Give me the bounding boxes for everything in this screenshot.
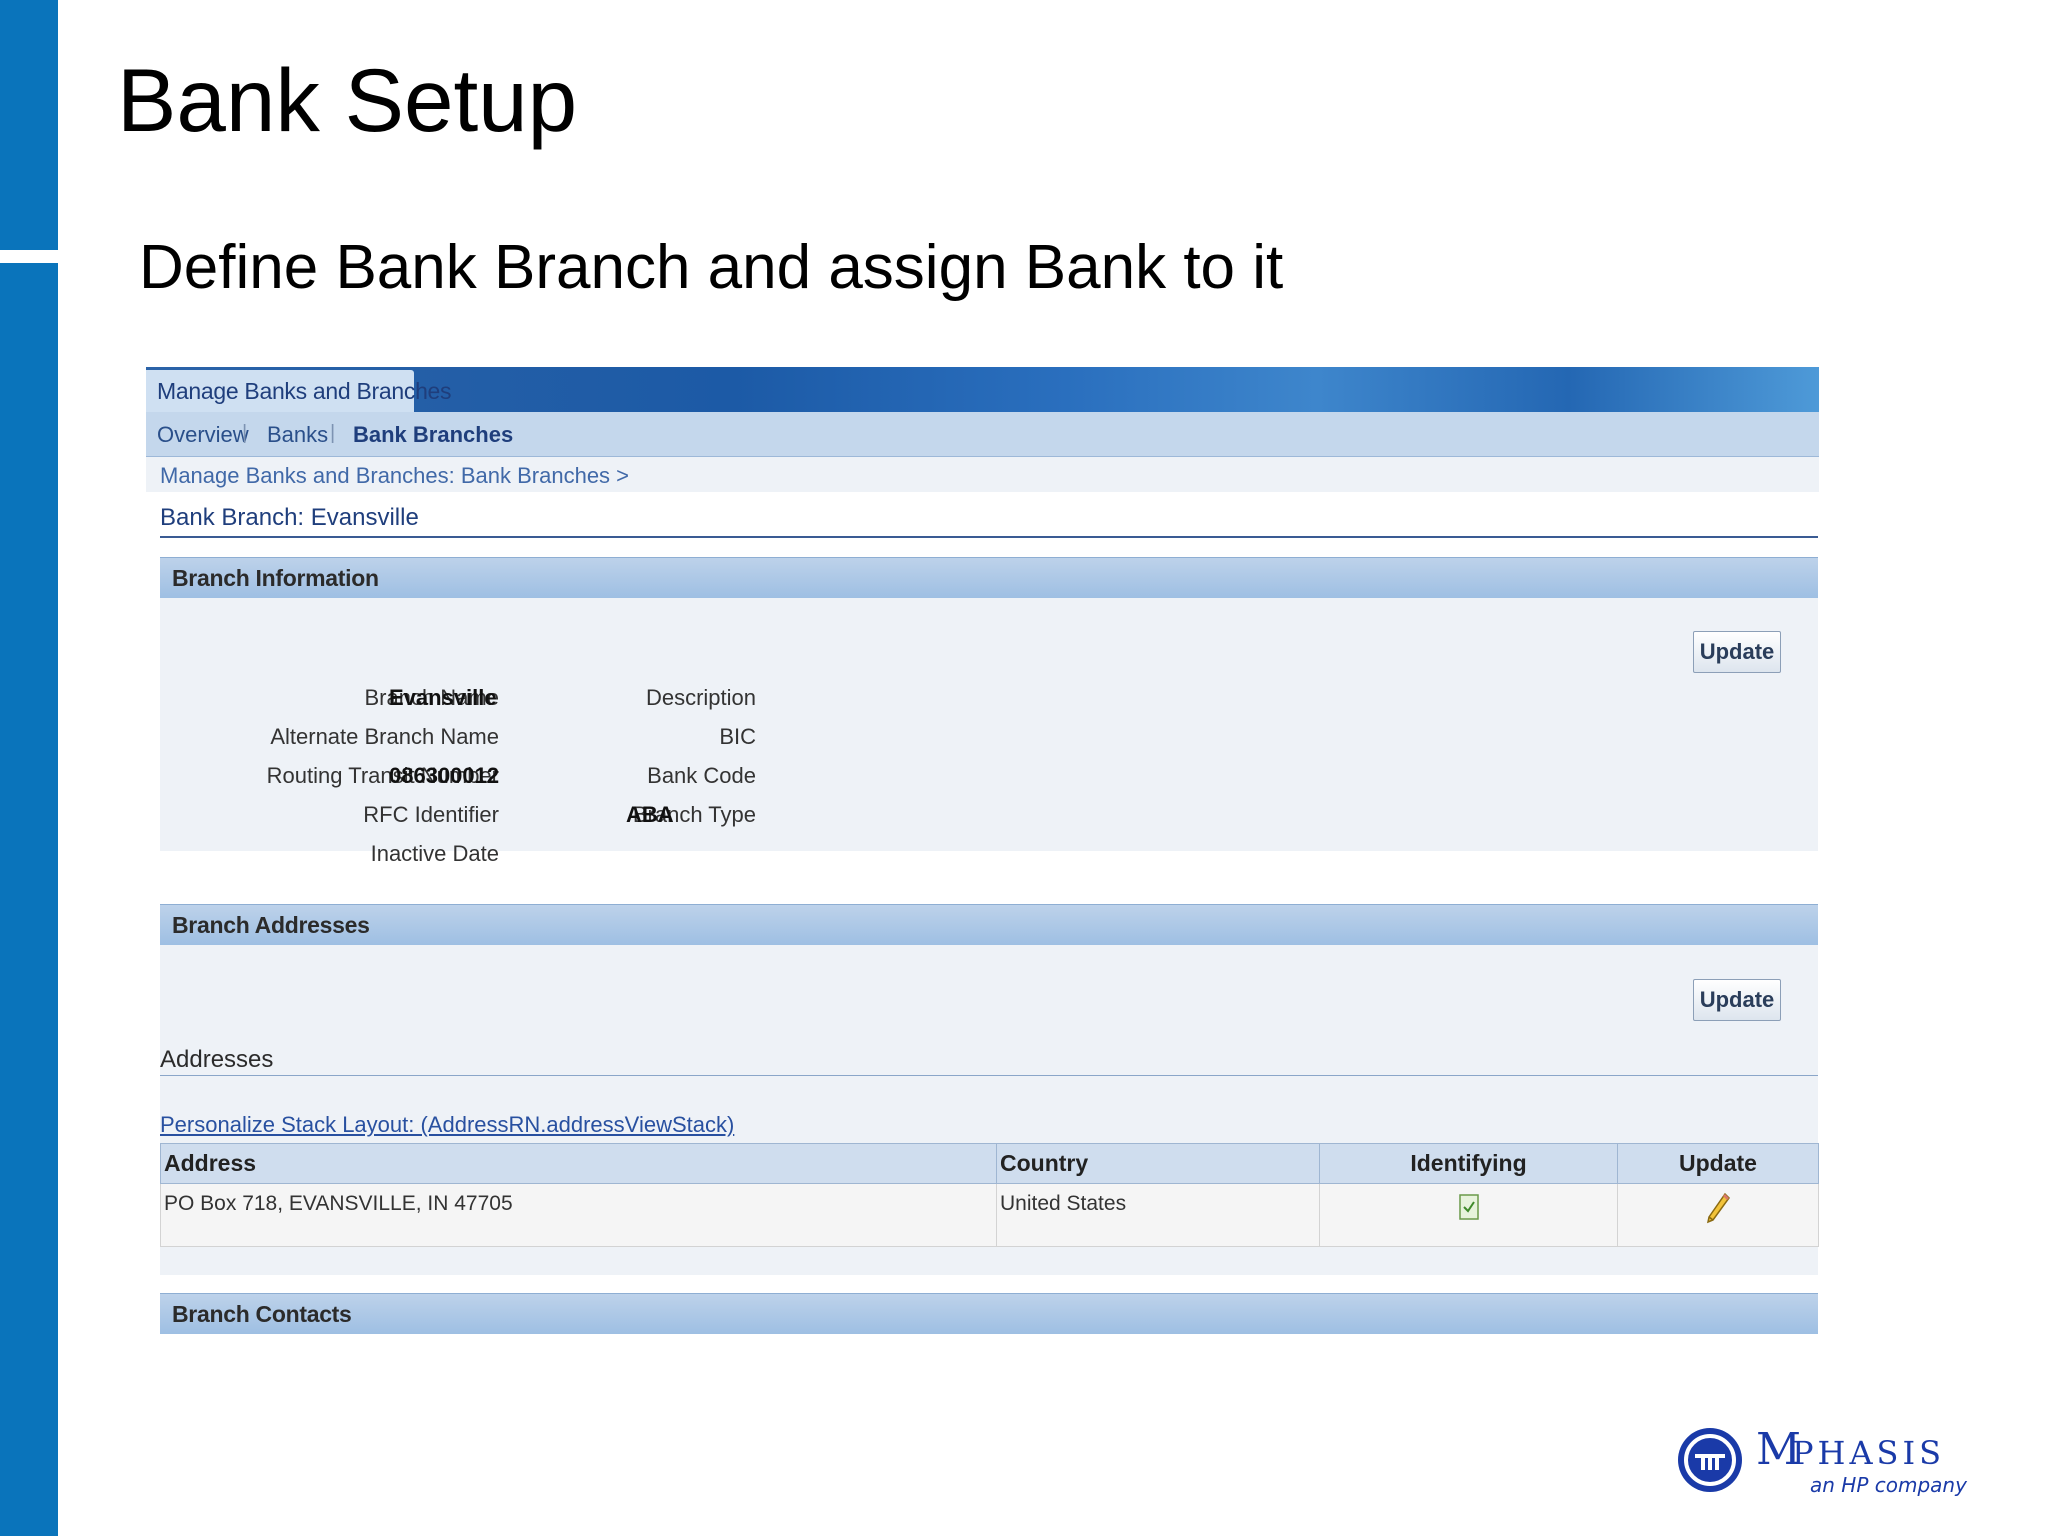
- addresses-subheading: Addresses: [160, 1046, 274, 1073]
- subnav-banks[interactable]: Banks: [267, 422, 328, 448]
- label-inactive-date: Inactive Date: [370, 841, 499, 866]
- page-title: Bank Branch: Evansville: [160, 504, 419, 531]
- addresses-divider: [160, 1075, 1818, 1076]
- value-branch-name: Evansville: [389, 685, 497, 710]
- slide-subtitle: Define Bank Branch and assign Bank to it: [139, 233, 1284, 302]
- cell-address: PO Box 718, EVANSVILLE, IN 47705: [160, 1183, 997, 1247]
- label-bank-code: Bank Code: [647, 763, 756, 788]
- pencil-icon[interactable]: [1705, 1192, 1731, 1224]
- subnav-separator: |: [330, 422, 336, 444]
- column-header-address: Address: [160, 1143, 997, 1184]
- branch-contacts-header: Branch Contacts: [160, 1293, 1818, 1334]
- mphasis-logo-graphic: M PHASIS an HP company: [1678, 1424, 1968, 1497]
- column-header-country: Country: [996, 1143, 1320, 1184]
- branch-information-header: Branch Information: [160, 557, 1818, 598]
- cell-identifying: [1319, 1183, 1618, 1247]
- branch-contacts-title: Branch Contacts: [172, 1301, 352, 1327]
- label-description: Description: [645, 685, 756, 710]
- slide-title: Bank Setup: [117, 50, 578, 150]
- mphasis-logo: M PHASIS an HP company: [1670, 1420, 1990, 1500]
- svg-text:an HP company: an HP company: [1810, 1473, 1968, 1497]
- subnav-bank-branches[interactable]: Bank Branches: [353, 422, 513, 448]
- slide-side-bar-lower: [0, 263, 58, 1536]
- header-tab-label: Manage Banks and Branches: [157, 378, 452, 404]
- app-screenshot: Manage Banks and Branches Overview | Ban…: [146, 367, 1819, 1357]
- branch-addresses-header: Branch Addresses: [160, 904, 1818, 945]
- addresses-table: Address Country Identifying Update PO Bo…: [160, 1143, 1819, 1247]
- branch-addresses-title: Branch Addresses: [172, 912, 370, 938]
- page-title-divider: [160, 536, 1818, 538]
- app-header: Manage Banks and Branches: [146, 367, 1819, 412]
- breadcrumb[interactable]: Manage Banks and Branches: Bank Branches…: [160, 463, 629, 489]
- label-rfc-identifier: RFC Identifier: [363, 802, 499, 827]
- branch-information-update-button[interactable]: Update: [1693, 631, 1781, 673]
- value-routing-transit-number: 086300012: [389, 763, 500, 788]
- slide-side-bar: [0, 0, 58, 250]
- branch-information-title: Branch Information: [172, 565, 379, 591]
- label-alternate-branch-name: Alternate Branch Name: [270, 724, 499, 749]
- label-bic: BIC: [719, 724, 756, 749]
- subnav-overview[interactable]: Overview: [157, 422, 249, 448]
- cell-country: United States: [996, 1183, 1320, 1247]
- subnav: Overview | Banks | Bank Branches: [146, 412, 1819, 457]
- table-row: PO Box 718, EVANSVILLE, IN 47705 United …: [160, 1183, 1819, 1247]
- value-branch-type: ABA: [626, 802, 674, 827]
- column-header-identifying: Identifying: [1319, 1143, 1618, 1184]
- subnav-separator: |: [242, 422, 248, 444]
- breadcrumb-bar: Manage Banks and Branches: Bank Branches…: [146, 457, 1819, 492]
- personalize-stack-layout-link[interactable]: Personalize Stack Layout: (AddressRN.add…: [160, 1112, 734, 1138]
- cell-update: [1617, 1183, 1819, 1247]
- table-header-row: Address Country Identifying Update: [160, 1143, 1819, 1184]
- branch-addresses-update-button[interactable]: Update: [1693, 979, 1781, 1021]
- svg-text:PHASIS: PHASIS: [1792, 1434, 1945, 1472]
- header-tab[interactable]: Manage Banks and Branches: [146, 370, 452, 412]
- column-header-update: Update: [1617, 1143, 1819, 1184]
- checked-box-icon: [1458, 1194, 1479, 1220]
